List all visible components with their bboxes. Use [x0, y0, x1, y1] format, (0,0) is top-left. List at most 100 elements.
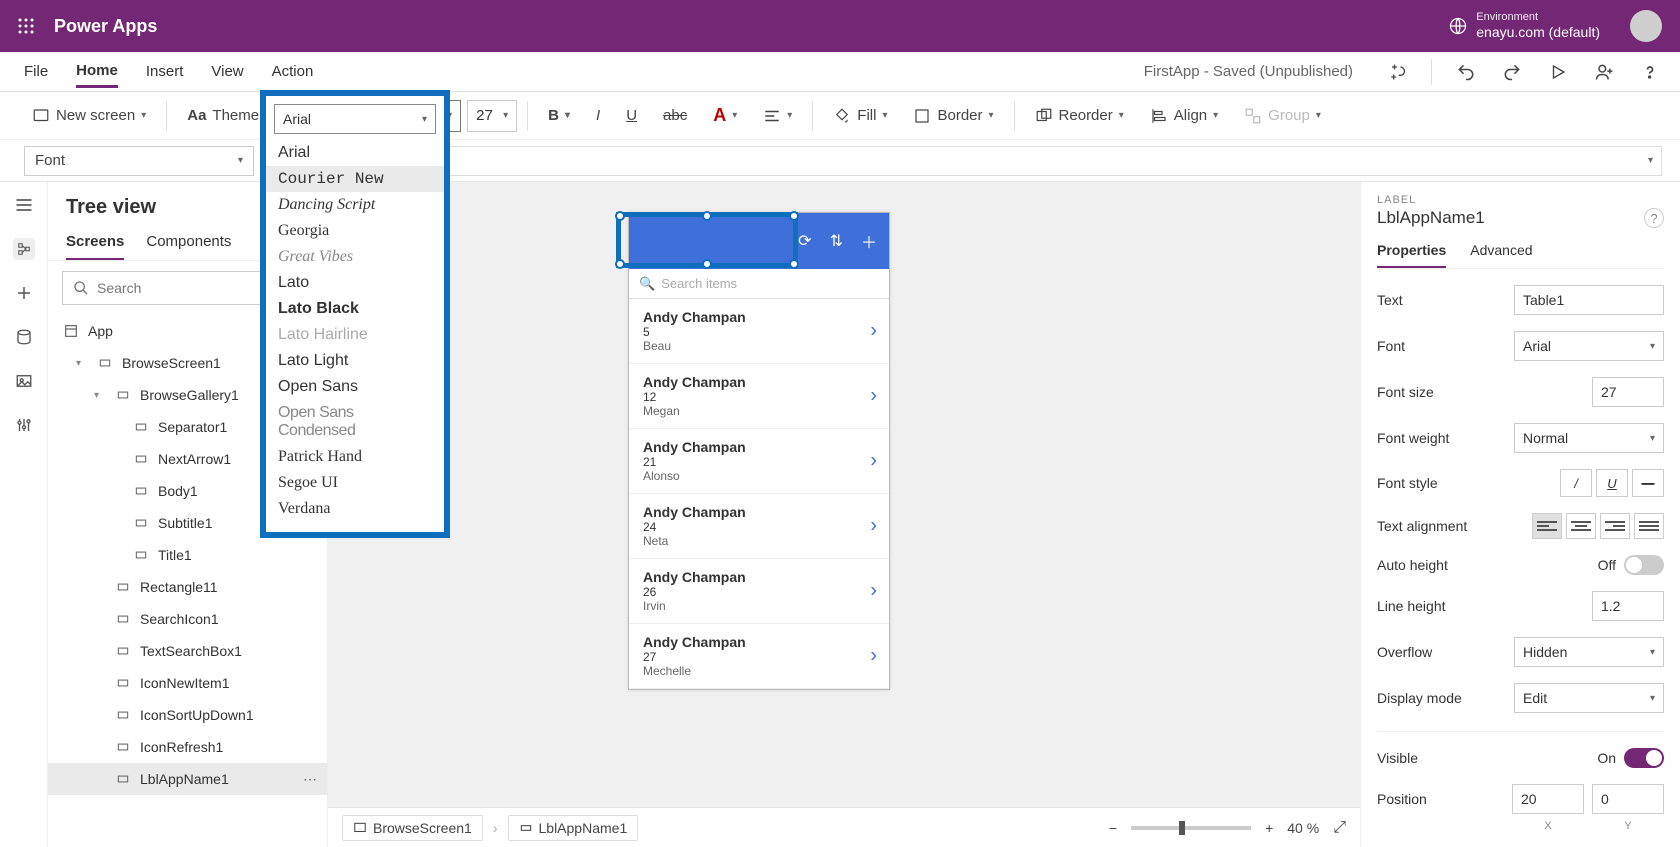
- undo-icon[interactable]: [1454, 60, 1478, 84]
- chevron-right-icon[interactable]: ›: [870, 385, 877, 408]
- insert-icon[interactable]: [13, 282, 35, 304]
- overflow-input[interactable]: Hidden▾: [1514, 637, 1664, 667]
- menu-home[interactable]: Home: [76, 56, 118, 88]
- waffle-icon[interactable]: [10, 10, 42, 42]
- add-icon[interactable]: ＋: [861, 229, 877, 253]
- align-left-button[interactable]: [1532, 513, 1562, 539]
- tree-tab-components[interactable]: Components: [146, 233, 231, 260]
- help-icon[interactable]: [1638, 60, 1662, 84]
- chevron-right-icon[interactable]: ›: [870, 580, 877, 603]
- reorder-button[interactable]: Reorder ▾: [1025, 103, 1134, 129]
- underline-toggle[interactable]: U: [1596, 469, 1628, 497]
- new-screen-button[interactable]: New screen ▾: [22, 103, 156, 129]
- redo-icon[interactable]: [1500, 60, 1524, 84]
- phone-search[interactable]: 🔍 Search items: [629, 269, 889, 299]
- align-justify-button[interactable]: [1634, 513, 1664, 539]
- font-color-button[interactable]: A▾: [703, 101, 747, 130]
- play-icon[interactable]: [1546, 60, 1570, 84]
- displaymode-input[interactable]: Edit▾: [1514, 683, 1664, 713]
- tree-item[interactable]: LblAppName1⋯: [48, 763, 327, 795]
- resize-handle[interactable]: [789, 259, 799, 269]
- font-option[interactable]: Segoe UI: [266, 470, 444, 496]
- font-input[interactable]: Arial▾: [1514, 331, 1664, 361]
- border-button[interactable]: Border ▾: [903, 103, 1003, 129]
- align-right-button[interactable]: [1600, 513, 1630, 539]
- font-option[interactable]: Lato Light: [266, 348, 444, 374]
- visible-toggle[interactable]: [1624, 748, 1664, 768]
- tree-item[interactable]: IconRefresh1: [48, 731, 327, 763]
- chevron-right-icon[interactable]: ›: [870, 515, 877, 538]
- menu-insert[interactable]: Insert: [146, 57, 184, 86]
- user-avatar[interactable]: [1630, 10, 1662, 42]
- list-item[interactable]: Andy Champan27Mechelle›: [629, 624, 889, 689]
- data-icon[interactable]: [13, 326, 35, 348]
- props-tab-properties[interactable]: Properties: [1377, 242, 1446, 268]
- font-option[interactable]: Great Vibes: [266, 244, 444, 270]
- menu-action[interactable]: Action: [272, 57, 314, 86]
- zoom-slider[interactable]: [1131, 826, 1251, 830]
- strike-toggle[interactable]: —: [1632, 469, 1664, 497]
- sort-icon[interactable]: ⇅: [830, 231, 843, 251]
- font-option[interactable]: Dancing Script: [266, 192, 444, 218]
- hamburger-icon[interactable]: [13, 194, 35, 216]
- tree-item[interactable]: TextSearchBox1: [48, 635, 327, 667]
- italic-button[interactable]: I: [586, 103, 610, 128]
- tree-tab-screens[interactable]: Screens: [66, 233, 124, 260]
- resize-handle[interactable]: [789, 211, 799, 221]
- font-option[interactable]: Lato Hairline: [266, 322, 444, 348]
- font-dropdown-input[interactable]: Arial ▾: [274, 104, 436, 134]
- refresh-icon[interactable]: ⟳: [798, 231, 811, 251]
- tree-view-icon[interactable]: [13, 238, 35, 260]
- list-item[interactable]: Andy Champan24Neta›: [629, 494, 889, 559]
- advanced-tools-icon[interactable]: [13, 414, 35, 436]
- canvas[interactable]: ⟳ ⇅ ＋ 🔍 Search items Andy Champan5Beau›A…: [328, 182, 1360, 847]
- breadcrumb-control[interactable]: LblAppName1: [508, 815, 639, 841]
- font-option[interactable]: Lato Black: [266, 296, 444, 322]
- property-selector[interactable]: Font ▾: [24, 146, 254, 176]
- font-option[interactable]: Arial: [266, 140, 444, 166]
- more-icon[interactable]: ⋯: [303, 771, 317, 788]
- font-option[interactable]: Open Sans: [266, 374, 444, 400]
- tree-item[interactable]: IconNewItem1: [48, 667, 327, 699]
- bold-button[interactable]: B▾: [538, 103, 580, 128]
- align-button[interactable]: Align ▾: [1140, 103, 1228, 129]
- font-dropdown[interactable]: Arial ▾ ArialCourier NewDancing ScriptGe…: [260, 90, 450, 538]
- info-icon[interactable]: ?: [1644, 208, 1664, 228]
- props-tab-advanced[interactable]: Advanced: [1470, 242, 1532, 268]
- share-icon[interactable]: [1592, 60, 1616, 84]
- zoom-in-button[interactable]: +: [1265, 820, 1273, 836]
- menu-file[interactable]: File: [24, 57, 48, 86]
- fontweight-input[interactable]: Normal▾: [1514, 423, 1664, 453]
- list-item[interactable]: Andy Champan12Megan›: [629, 364, 889, 429]
- lineheight-input[interactable]: 1.2: [1592, 591, 1664, 621]
- font-option[interactable]: Verdana: [266, 496, 444, 522]
- text-align-button[interactable]: ▾: [753, 103, 802, 129]
- chevron-right-icon[interactable]: ›: [870, 320, 877, 343]
- fill-button[interactable]: Fill ▾: [823, 103, 897, 129]
- tree-item[interactable]: IconSortUpDown1: [48, 699, 327, 731]
- list-item[interactable]: Andy Champan26Irvin›: [629, 559, 889, 624]
- font-option[interactable]: Patrick Hand: [266, 444, 444, 470]
- environment-picker[interactable]: Environment enayu.com (default): [1448, 11, 1600, 41]
- breadcrumb-screen[interactable]: BrowseScreen1: [342, 815, 483, 841]
- media-icon[interactable]: [13, 370, 35, 392]
- underline-button[interactable]: U: [616, 103, 647, 128]
- italic-toggle[interactable]: /: [1560, 469, 1592, 497]
- autoheight-toggle[interactable]: [1624, 555, 1664, 575]
- app-checker-icon[interactable]: [1385, 60, 1409, 84]
- list-item[interactable]: Andy Champan5Beau›: [629, 299, 889, 364]
- text-input[interactable]: Table1: [1514, 285, 1664, 315]
- tree-item[interactable]: Rectangle11: [48, 571, 327, 603]
- selection-outline[interactable]: [616, 212, 798, 268]
- resize-handle[interactable]: [702, 211, 712, 221]
- font-option[interactable]: Georgia: [266, 218, 444, 244]
- expand-icon[interactable]: ⤢: [1333, 819, 1346, 837]
- font-option[interactable]: Lato: [266, 270, 444, 296]
- resize-handle[interactable]: [702, 259, 712, 269]
- tree-item[interactable]: SearchIcon1: [48, 603, 327, 635]
- pos-x-input[interactable]: 20: [1512, 784, 1584, 814]
- tree-item[interactable]: Title1: [48, 539, 327, 571]
- formula-input[interactable]: Font.Arial ▾: [334, 146, 1662, 176]
- resize-handle[interactable]: [615, 259, 625, 269]
- menu-view[interactable]: View: [211, 57, 243, 86]
